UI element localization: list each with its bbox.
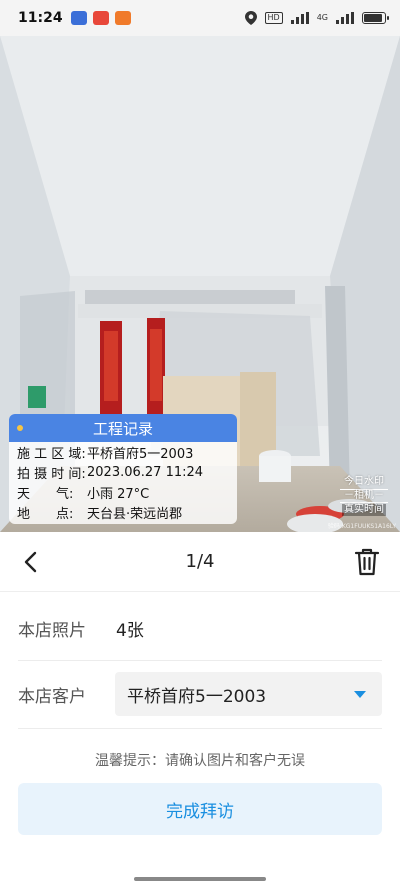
watermark-row: 地 点: 天台县·荣远尚郡	[9, 502, 237, 522]
battery-fill	[364, 14, 382, 22]
customer-select-value: 平桥首府5一2003	[127, 686, 267, 707]
watermark-value: 2023.06.27 11:24	[87, 464, 204, 480]
photo-preview[interactable]: 工程记录 施 工 区 域: 平桥首府5一2003 拍 摄 时 间: 2023.0…	[0, 36, 400, 532]
stamp-code: 验码:KG1FUUKS1A16LY	[327, 523, 396, 530]
status-bar: 11:24 HD 4G	[0, 0, 400, 36]
app-notification-icon	[114, 11, 131, 25]
trash-icon	[354, 548, 380, 576]
stamp-line: －相机－	[340, 489, 388, 503]
signal-icon	[336, 12, 354, 24]
location-icon	[244, 11, 257, 25]
hd-icon: HD	[264, 12, 283, 24]
photos-row: 本店照片 4张	[18, 614, 382, 642]
photo-nav-bar: 1/4	[0, 532, 400, 592]
status-icons: HD 4G	[244, 11, 389, 25]
watermark-key: 天 气:	[17, 486, 74, 502]
chevron-left-icon	[24, 551, 37, 573]
camera-stamp: 今日水印 －相机－ 真实时间	[338, 476, 390, 517]
watermark-card: 工程记录 施 工 区 域: 平桥首府5一2003 拍 摄 时 间: 2023.0…	[9, 414, 237, 524]
watermark-key: 拍 摄 时 间:	[17, 466, 86, 482]
hint-text: 温馨提示：请确认图片和客户无误	[95, 753, 305, 769]
watermark-key: 地 点:	[17, 506, 74, 522]
watermark-value: 小雨 27°C	[87, 486, 150, 502]
stamp-line: 今日水印	[344, 476, 384, 487]
signal-icon	[290, 12, 309, 24]
watermark-row: 天 气: 小雨 27°C	[9, 482, 237, 502]
stamp-line: 真实时间	[342, 504, 386, 516]
customer-label: 本店客户	[18, 686, 86, 707]
battery-icon	[362, 12, 389, 24]
watermark-row: 施 工 区 域: 平桥首府5一2003	[9, 442, 237, 462]
home-indicator[interactable]	[134, 877, 266, 881]
watermark-value: 天台县·荣远尚郡	[87, 506, 183, 522]
complete-visit-button[interactable]: 完成拜访	[18, 783, 382, 835]
watermark-dot-icon	[17, 425, 23, 431]
watermark-value: 平桥首府5一2003	[87, 446, 194, 462]
divider	[18, 728, 382, 729]
delete-button[interactable]	[354, 547, 380, 577]
caret-down-icon	[354, 691, 366, 698]
app-notification-icon	[92, 11, 109, 25]
watermark-title: 工程记录	[92, 419, 153, 438]
customer-select[interactable]: 平桥首府5一2003	[115, 672, 382, 716]
back-button[interactable]	[14, 546, 46, 578]
photos-count: 4张	[116, 620, 144, 641]
watermark-key: 施 工 区 域:	[17, 446, 86, 462]
watermark-header: 工程记录	[9, 414, 237, 442]
status-time: 11:24	[18, 10, 63, 26]
app-notification-icon	[70, 11, 87, 25]
network-label: 4G	[316, 13, 328, 22]
photos-label: 本店照片	[18, 620, 86, 641]
page-indicator: 1/4	[185, 551, 215, 572]
divider	[18, 660, 382, 661]
watermark-row: 拍 摄 时 间: 2023.06.27 11:24	[9, 462, 237, 482]
